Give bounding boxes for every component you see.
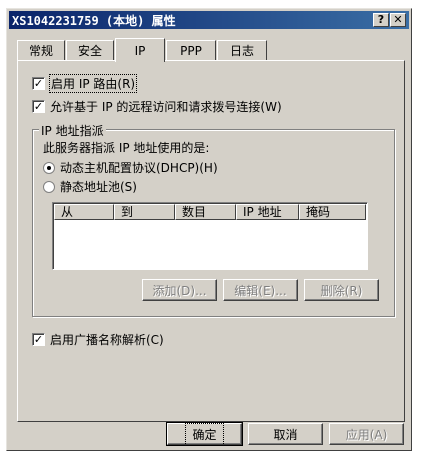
apply-button[interactable]: 应用(A): [329, 423, 404, 445]
properties-dialog: XS1042231759 (本地) 属性 ? ✕ 常规 安全 IP PPP 日志…: [6, 8, 412, 451]
checkbox-box[interactable]: ✓: [32, 333, 45, 346]
remove-button[interactable]: 删除(R): [304, 279, 379, 301]
tab-label: IP: [134, 43, 146, 58]
close-button[interactable]: ✕: [390, 13, 406, 27]
apply-button-label: 应用(A): [345, 427, 388, 442]
enable-broadcast-checkbox[interactable]: ✓ 启用广播名称解析(C): [32, 331, 164, 348]
column-header-to[interactable]: 到: [114, 204, 175, 220]
allow-remote-access-label: 允许基于 IP 的远程访问和请求拨号连接(W): [50, 100, 282, 114]
edit-button[interactable]: 编辑(E)...: [223, 279, 298, 301]
remove-button-label: 删除(R): [320, 283, 363, 298]
tab-label: 常规: [28, 44, 53, 58]
enable-ip-routing-label: 启用 IP 路由(R): [48, 74, 138, 93]
close-icon: ✕: [393, 13, 403, 26]
allow-remote-access-checkbox[interactable]: ✓ 允许基于 IP 的远程访问和请求拨号连接(W): [32, 98, 282, 115]
cancel-button[interactable]: 取消: [248, 423, 323, 445]
edit-button-label: 编辑(E)...: [234, 283, 287, 298]
checkbox-box[interactable]: ✓: [32, 77, 45, 90]
window-title: XS1042231759 (本地) 属性: [12, 13, 176, 28]
tab-general[interactable]: 常规: [17, 40, 65, 60]
dhcp-radio[interactable]: 动态主机配置协议(DHCP)(H): [43, 159, 218, 176]
list-header: 从 到 数目 IP 地址 掩码: [54, 204, 366, 220]
tab-label: 安全: [77, 44, 102, 58]
group-title: IP 地址指派: [39, 122, 106, 139]
add-button[interactable]: 添加(D)...: [142, 279, 217, 301]
tab-label: 日志: [229, 44, 254, 58]
tab-security[interactable]: 安全: [66, 40, 114, 60]
radio-dot[interactable]: [43, 161, 55, 174]
checkbox-box[interactable]: ✓: [32, 100, 45, 113]
tab-logging[interactable]: 日志: [217, 40, 267, 60]
assignment-description-text: 此服务器指派 IP 地址使用的是:: [43, 141, 210, 155]
cancel-button-label: 取消: [273, 427, 298, 442]
tab-label: PPP: [180, 43, 202, 58]
dhcp-radio-label: 动态主机配置协议(DHCP)(H): [60, 161, 218, 175]
static-address-list[interactable]: 从 到 数目 IP 地址 掩码: [52, 202, 368, 270]
radio-dot[interactable]: [43, 180, 55, 193]
static-pool-radio-label: 静态地址池(S): [60, 180, 137, 194]
help-icon: ?: [377, 13, 385, 26]
enable-ip-routing-checkbox[interactable]: ✓ 启用 IP 路由(R): [32, 74, 138, 93]
column-header-mask[interactable]: 掩码: [299, 204, 366, 220]
column-header-ip-address[interactable]: IP 地址: [236, 204, 299, 220]
ip-tab-panel: ✓ 启用 IP 路由(R) ✓ 允许基于 IP 的远程访问和请求拨号连接(W) …: [17, 60, 405, 422]
assignment-description: 此服务器指派 IP 地址使用的是:: [43, 139, 209, 156]
column-header-from[interactable]: 从: [54, 204, 114, 220]
add-button-label: 添加(D)...: [152, 283, 207, 298]
enable-broadcast-label: 启用广播名称解析(C): [50, 333, 164, 347]
ok-button-label: 确定: [185, 422, 224, 446]
help-button[interactable]: ?: [373, 13, 389, 27]
column-header-count[interactable]: 数目: [175, 204, 236, 220]
ok-button[interactable]: 确定: [166, 422, 243, 446]
title-bar[interactable]: XS1042231759 (本地) 属性 ? ✕: [9, 11, 409, 29]
tab-ip[interactable]: IP: [115, 38, 165, 62]
tab-ppp[interactable]: PPP: [166, 40, 216, 60]
static-pool-radio[interactable]: 静态地址池(S): [43, 178, 137, 195]
